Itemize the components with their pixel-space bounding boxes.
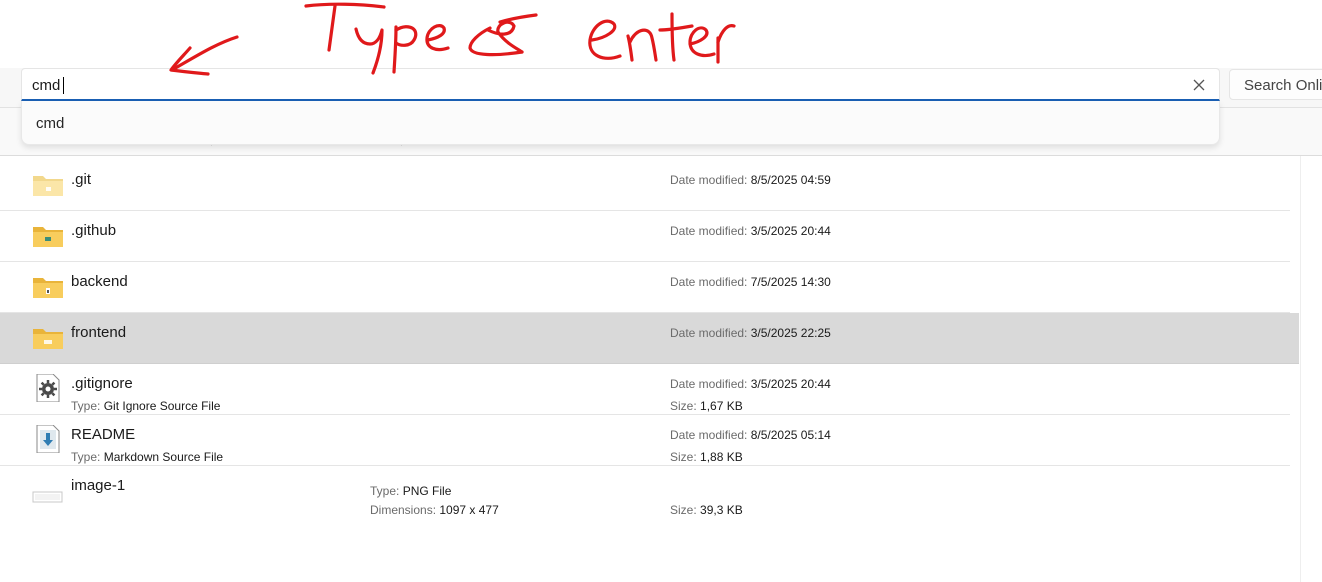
markdown-file-icon — [32, 424, 64, 454]
image-file-icon — [32, 476, 64, 504]
settings-file-icon — [32, 373, 64, 403]
file-row-selected[interactable]: frontend Date modified: 3/5/2025 22:25 — [0, 313, 1299, 364]
date-modified: Date modified: 3/5/2025 22:25 — [670, 326, 831, 340]
file-name: backend — [71, 273, 128, 290]
date-modified-label: Date modified: — [670, 428, 748, 442]
type-label: Type: — [71, 399, 101, 413]
date-modified-label: Date modified: — [670, 224, 748, 238]
date-modified-value: 7/5/2025 14:30 — [750, 275, 831, 289]
size-label: Size: — [670, 450, 697, 464]
type-label: Type: — [71, 450, 101, 464]
file-row[interactable]: backend Date modified: 7/5/2025 14:30 — [0, 262, 1290, 313]
file-row[interactable]: .github Date modified: 3/5/2025 20:44 — [0, 211, 1290, 262]
date-modified-value: 3/5/2025 22:25 — [750, 326, 831, 340]
file-type: Type: Git Ignore Source File — [71, 399, 220, 413]
file-type-value: Git Ignore Source File — [103, 399, 221, 413]
file-size: Size: 1,67 KB — [670, 399, 743, 413]
date-modified-value: 8/5/2025 04:59 — [750, 173, 831, 187]
date-modified: Date modified: 3/5/2025 20:44 — [670, 377, 831, 391]
file-type: Type: Markdown Source File — [71, 450, 223, 464]
search-box[interactable]: Search Online — [1229, 69, 1322, 100]
date-modified: Date modified: 8/5/2025 05:14 — [670, 428, 831, 442]
file-size: Size: 39,3 KB — [670, 503, 743, 517]
image-dimensions: Dimensions: 1097 x 477 — [370, 503, 499, 517]
type-label: Type: — [370, 484, 400, 498]
close-icon — [1193, 79, 1205, 91]
file-type-value: Markdown Source File — [103, 450, 224, 464]
date-modified-value: 3/5/2025 20:44 — [750, 377, 831, 391]
date-modified: Date modified: 3/5/2025 20:44 — [670, 224, 831, 238]
date-modified-label: Date modified: — [670, 326, 748, 340]
scrollbar[interactable] — [1300, 156, 1322, 582]
clear-button[interactable] — [1189, 75, 1209, 95]
size-label: Size: — [670, 503, 697, 517]
date-modified-label: Date modified: — [670, 173, 748, 187]
suggestion-item[interactable]: cmd — [36, 115, 64, 132]
file-type-value: PNG File — [402, 484, 452, 498]
suggestion-dropdown: cmd — [21, 101, 1220, 145]
file-name: .github — [71, 222, 117, 239]
file-name: image-1 — [71, 477, 126, 494]
file-name: README — [71, 426, 136, 443]
file-size-value: 1,67 KB — [700, 399, 743, 413]
folder-icon — [32, 323, 64, 351]
date-modified-label: Date modified: — [670, 275, 748, 289]
date-modified-value: 8/5/2025 05:14 — [750, 428, 831, 442]
file-name: .git — [71, 171, 92, 188]
file-type: Type: PNG File — [370, 484, 451, 498]
file-row[interactable]: .gitignore Type: Git Ignore Source File … — [0, 364, 1290, 415]
file-row[interactable]: image-1 Type: PNG File Dimensions: 1097 … — [0, 466, 1290, 517]
date-modified: Date modified: 7/5/2025 14:30 — [670, 275, 831, 289]
file-size: Size: 1,88 KB — [670, 450, 743, 464]
folder-icon — [32, 170, 64, 198]
dimensions-label: Dimensions: — [370, 503, 437, 517]
address-bar[interactable] — [21, 68, 1220, 101]
file-row[interactable]: .git Date modified: 8/5/2025 04:59 — [0, 160, 1290, 211]
file-name: frontend — [71, 324, 127, 341]
text-caret — [63, 77, 64, 94]
folder-icon — [32, 272, 64, 300]
dimensions-value: 1097 x 477 — [439, 503, 499, 517]
date-modified: Date modified: 8/5/2025 04:59 — [670, 173, 831, 187]
search-placeholder: Search Online — [1244, 77, 1322, 94]
address-input[interactable] — [32, 75, 1172, 95]
folder-icon — [32, 221, 64, 249]
file-size-value: 1,88 KB — [700, 450, 743, 464]
annotation-arrow — [170, 35, 239, 72]
date-modified-value: 3/5/2025 20:44 — [750, 224, 831, 238]
size-label: Size: — [670, 399, 697, 413]
file-size-value: 39,3 KB — [700, 503, 743, 517]
file-name: .gitignore — [71, 375, 133, 392]
date-modified-label: Date modified: — [670, 377, 748, 391]
file-row[interactable]: README Type: Markdown Source File Date m… — [0, 415, 1290, 466]
